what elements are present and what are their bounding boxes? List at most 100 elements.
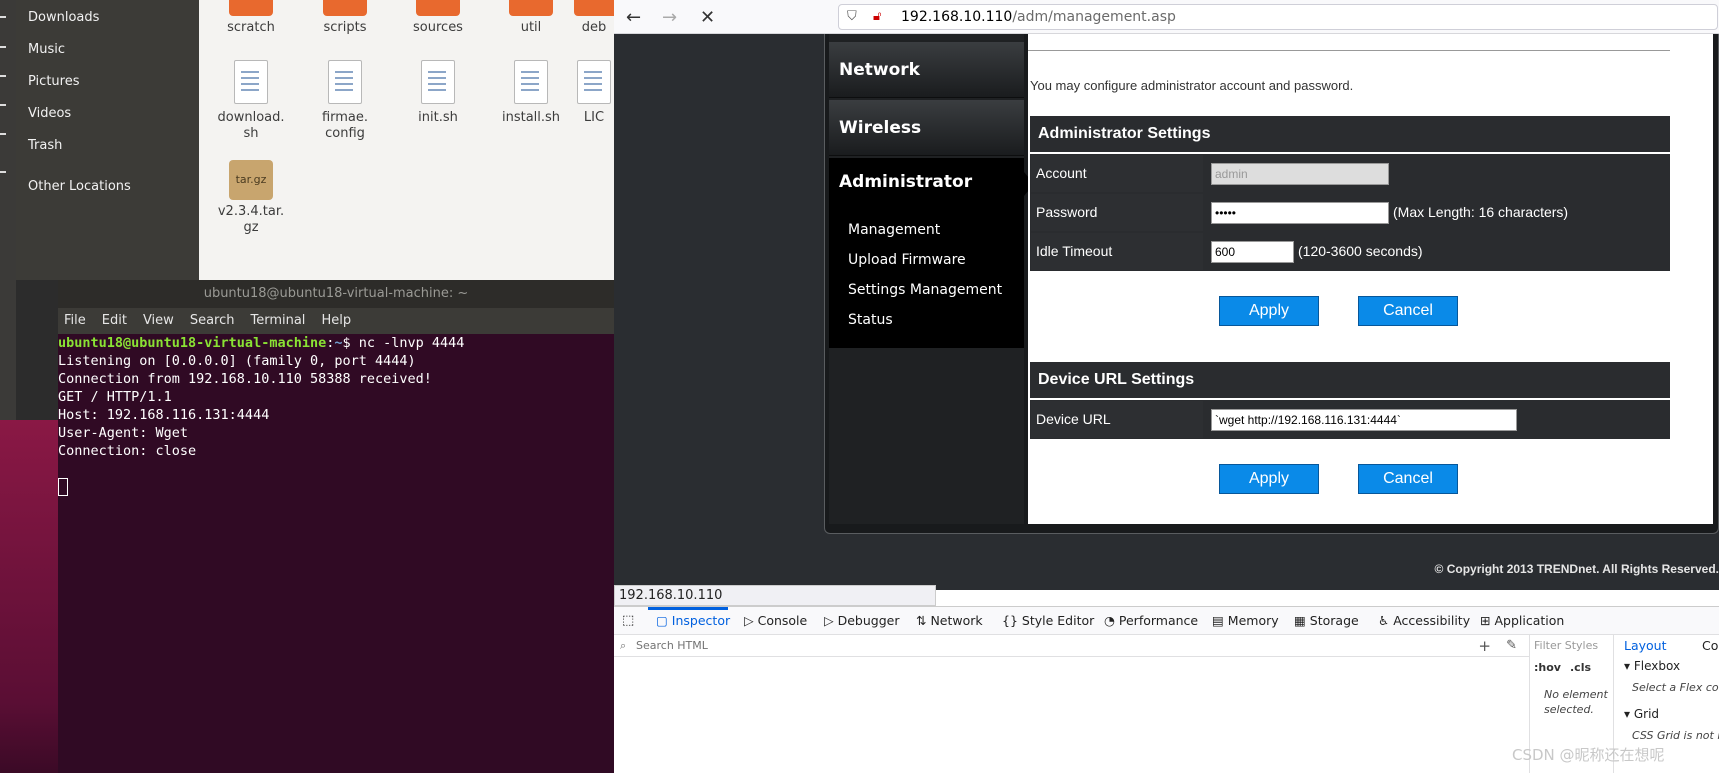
dock bbox=[0, 0, 16, 420]
tab-inspector[interactable]: ▢ Inspector bbox=[656, 613, 730, 628]
sidebar-item-pictures[interactable]: Pictures bbox=[28, 74, 79, 89]
router-menu: Network Wireless Administrator Managemen… bbox=[829, 34, 1034, 524]
cancel-button[interactable]: Cancel bbox=[1358, 296, 1458, 326]
copyright-text: © Copyright 2013 TRENDnet. All Rights Re… bbox=[1434, 562, 1719, 576]
file-firmae-config[interactable]: firmae. config bbox=[301, 60, 389, 142]
cls-toggle[interactable]: .cls bbox=[1570, 661, 1591, 674]
menu-edit[interactable]: Edit bbox=[102, 313, 127, 328]
cancel-button-device-url[interactable]: Cancel bbox=[1358, 464, 1458, 494]
terminal-window[interactable]: ubuntu18@ubuntu18-virtual-machine: ~ Fil… bbox=[58, 280, 614, 773]
tab-style-editor[interactable]: {} Style Editor bbox=[1002, 613, 1094, 628]
device-url-label: Device URL bbox=[1031, 401, 1203, 438]
section-header-admin: Administrator Settings bbox=[1030, 116, 1670, 152]
dock-mark bbox=[0, 133, 6, 135]
forward-icon[interactable]: → bbox=[662, 7, 677, 28]
desktop-wallpaper bbox=[0, 420, 58, 773]
archive-icon: tar.gz bbox=[229, 160, 273, 200]
grid-hint: CSS Grid is not in bbox=[1632, 729, 1719, 742]
flexbox-hint: Select a Flex cont bbox=[1632, 681, 1719, 694]
url-host: 192.168.10.110 bbox=[901, 9, 1013, 25]
apply-button[interactable]: Apply bbox=[1219, 296, 1319, 326]
file-manager-sidebar: Downloads Music Pictures Videos Trash Ot… bbox=[16, 0, 199, 280]
tab-computed[interactable]: Co bbox=[1702, 638, 1718, 653]
desktop: Downloads Music Pictures Videos Trash Ot… bbox=[0, 0, 1719, 773]
file-init-sh[interactable]: init.sh bbox=[394, 60, 482, 126]
menu-help[interactable]: Help bbox=[321, 313, 351, 328]
file-install-sh[interactable]: install.sh bbox=[487, 60, 575, 126]
insecure-lock-icon[interactable]: 🔓︎ bbox=[873, 5, 881, 29]
stop-icon[interactable]: ✕ bbox=[700, 7, 715, 28]
shield-icon[interactable]: ⛉ bbox=[847, 5, 857, 29]
tab-performance[interactable]: ◔ Performance bbox=[1104, 613, 1198, 628]
back-icon[interactable]: ← bbox=[626, 7, 641, 28]
folder-scripts[interactable]: scripts bbox=[301, 0, 389, 36]
tab-debugger[interactable]: ▷ Debugger bbox=[824, 613, 899, 628]
browser-toolbar: ← → ✕ ⛉ 🔓︎ 192.168.10.110/adm/management… bbox=[614, 0, 1719, 34]
account-input[interactable]: admin bbox=[1211, 163, 1389, 186]
folder-sources[interactable]: sources bbox=[394, 0, 482, 36]
menu-terminal[interactable]: Terminal bbox=[250, 313, 305, 328]
menu-upload-firmware[interactable]: Upload Firmware bbox=[848, 252, 966, 268]
tab-network[interactable]: ⇅ Network bbox=[916, 613, 983, 628]
device-url-input[interactable]: `wget http://192.168.116.131:4444` bbox=[1211, 409, 1517, 432]
row-account: Account admin bbox=[1030, 154, 1670, 193]
terminal-line: GET / HTTP/1.1 bbox=[58, 389, 172, 405]
grid-heading: ▾ Grid bbox=[1624, 707, 1660, 721]
apply-button-device-url[interactable]: Apply bbox=[1219, 464, 1319, 494]
folder-icon bbox=[574, 0, 614, 16]
dock-mark bbox=[0, 46, 6, 48]
terminal-titlebar[interactable]: ubuntu18@ubuntu18-virtual-machine: ~ bbox=[58, 280, 614, 308]
tab-layout[interactable]: Layout bbox=[1624, 638, 1667, 653]
router-panel: Network Wireless Administrator Managemen… bbox=[824, 34, 1719, 534]
section-header-device-url: Device URL Settings bbox=[1030, 362, 1670, 398]
password-input[interactable]: ••••• bbox=[1211, 202, 1389, 225]
menu-wireless[interactable]: Wireless bbox=[829, 100, 1024, 156]
filter-styles-input[interactable]: Filter Styles bbox=[1534, 639, 1598, 652]
element-picker-icon[interactable]: ⬚ bbox=[622, 613, 634, 628]
tab-storage[interactable]: ▦ Storage bbox=[1294, 613, 1359, 628]
folder-util[interactable]: util bbox=[487, 0, 575, 36]
account-label: Account bbox=[1031, 155, 1203, 192]
menu-file[interactable]: File bbox=[64, 313, 86, 328]
folder-scratch[interactable]: scratch bbox=[207, 0, 295, 36]
tab-memory[interactable]: ▤ Memory bbox=[1212, 613, 1279, 628]
sidebar-item-other-locations[interactable]: Other Locations bbox=[28, 179, 131, 194]
terminal-cursor bbox=[58, 478, 68, 496]
terminal-output[interactable]: ubuntu18@ubuntu18-virtual-machine:~$ nc … bbox=[58, 334, 614, 496]
menu-administrator[interactable]: Administrator bbox=[839, 172, 972, 192]
folder-icon bbox=[416, 0, 460, 16]
menu-management[interactable]: Management bbox=[848, 222, 940, 238]
menu-search[interactable]: Search bbox=[190, 313, 235, 328]
menu-view[interactable]: View bbox=[143, 313, 174, 328]
sidebar-item-trash[interactable]: Trash bbox=[28, 138, 62, 153]
tab-console[interactable]: ▷ Console bbox=[744, 613, 807, 628]
terminal-line: Connection: close bbox=[58, 443, 197, 459]
router-content: You may configure administrator account … bbox=[1028, 34, 1713, 524]
menu-status[interactable]: Status bbox=[848, 312, 893, 328]
eyedropper-icon[interactable]: ✎ bbox=[1506, 635, 1517, 657]
text-file-icon bbox=[328, 60, 362, 104]
search-html-input[interactable]: ⌕ Search HTML + ✎ bbox=[614, 635, 1529, 657]
file-archive-tgz[interactable]: tar.gz v2.3.4.tar. gz bbox=[207, 160, 295, 236]
hov-toggle[interactable]: :hov bbox=[1534, 661, 1561, 674]
tab-accessibility[interactable]: ♿︎ Accessibility bbox=[1378, 613, 1470, 628]
folder-deb[interactable]: deb bbox=[574, 0, 614, 36]
tab-application[interactable]: ⊞ Application bbox=[1480, 613, 1564, 628]
menu-settings-management[interactable]: Settings Management bbox=[848, 282, 1002, 298]
password-label: Password bbox=[1031, 194, 1203, 231]
sidebar-item-downloads[interactable]: Downloads bbox=[28, 10, 99, 25]
url-bar[interactable]: ⛉ 🔓︎ 192.168.10.110/adm/management.asp bbox=[838, 4, 1718, 30]
dock-mark bbox=[0, 171, 6, 173]
intro-text: You may configure administrator account … bbox=[1030, 78, 1354, 93]
folder-icon bbox=[229, 0, 273, 16]
add-node-icon[interactable]: + bbox=[1478, 635, 1491, 657]
sidebar-item-music[interactable]: Music bbox=[28, 42, 65, 57]
menu-network[interactable]: Network bbox=[829, 42, 1024, 98]
idle-timeout-hint: (120-3600 seconds) bbox=[1298, 243, 1423, 259]
file-license[interactable]: LIC bbox=[574, 60, 614, 126]
flexbox-heading: ▾ Flexbox bbox=[1624, 659, 1681, 673]
file-download-sh[interactable]: download. sh bbox=[207, 60, 295, 142]
sidebar-item-videos[interactable]: Videos bbox=[28, 106, 71, 121]
dock-mark bbox=[0, 104, 6, 106]
idle-timeout-input[interactable]: 600 bbox=[1211, 241, 1294, 264]
